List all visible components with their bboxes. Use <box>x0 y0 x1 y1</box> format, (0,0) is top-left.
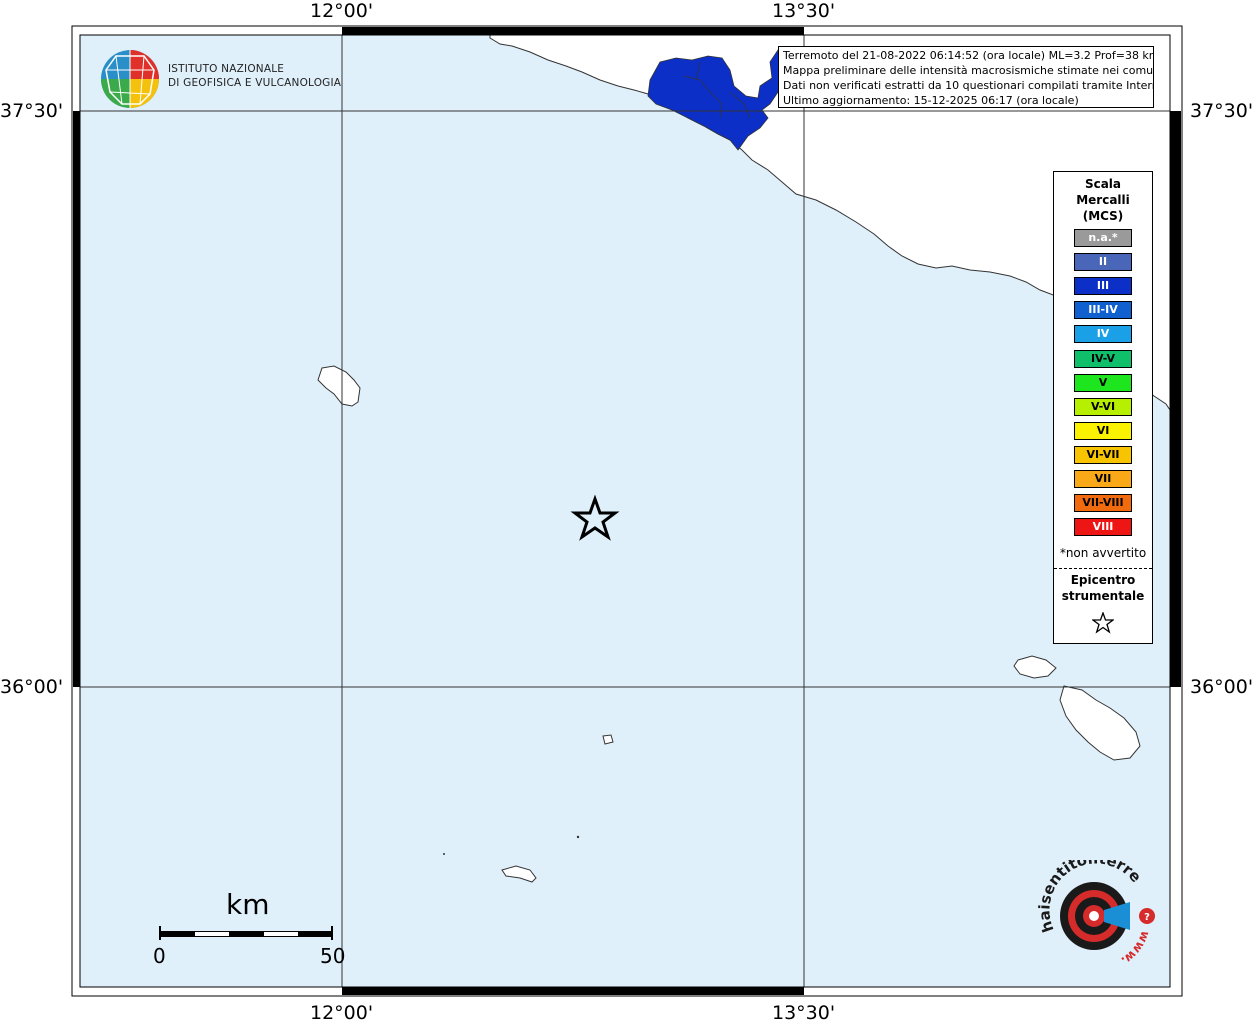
island-lampione <box>576 835 580 839</box>
legend-item-5: IV <box>1074 325 1132 344</box>
lon-label-bottom-left: 12°00' <box>310 1002 374 1024</box>
lon-label-top-right: 13°30' <box>772 0 836 22</box>
legend-item-6: IV-V <box>1074 349 1132 368</box>
event-info-line3: Dati non verificati estratti da 10 quest… <box>783 79 1154 92</box>
lon-label-top-left: 12°00' <box>310 0 374 22</box>
legend-item-3: III <box>1074 277 1132 296</box>
legend-divider <box>1054 568 1152 569</box>
haisentito-logo[interactable]: ? haisentitoilterremoto.it www. <box>1022 846 1160 980</box>
legend-item-11: VII <box>1074 470 1132 488</box>
legend-item-7: V <box>1074 373 1132 392</box>
scale-bar-min: 0 <box>153 944 166 968</box>
legend-epicentre-1: Epicentro <box>1070 573 1136 587</box>
ingv-globe-icon <box>101 50 159 108</box>
legend-item-10: VI-VII <box>1074 445 1132 464</box>
event-info-box: Terremoto del 21-08-2022 06:14:52 (ora l… <box>778 46 1154 108</box>
scale-bar-unit: km <box>226 888 270 921</box>
lat-label-right-bottom: 36°00' <box>1190 676 1254 698</box>
scale-bar-max: 50 <box>320 944 346 968</box>
watermark-url: www. <box>1119 929 1153 968</box>
islet <box>443 853 445 855</box>
legend-note: *non avvertito <box>1059 546 1147 560</box>
legend-title-3: (MCS) <box>1082 209 1124 223</box>
legend-star-icon <box>1092 612 1114 634</box>
haisentito-logo-graphic: ? haisentitoilterremoto.it www. <box>1022 846 1155 968</box>
legend-item-8: V-VI <box>1074 397 1132 416</box>
legend-item-1: n.a.* <box>1074 229 1132 247</box>
lat-label-left-top: 37°30' <box>0 100 64 122</box>
legend-item-9: VI <box>1074 421 1132 440</box>
ingv-logo: ISTITUTO NAZIONALE DI GEOFISICA E VULCAN… <box>100 48 341 110</box>
legend-item-2: II <box>1074 253 1132 272</box>
event-info-line2: Mappa preliminare delle intensità macros… <box>783 64 1154 77</box>
island-linosa <box>602 734 614 745</box>
lat-label-left-bottom: 36°00' <box>0 676 64 698</box>
ingv-name-line1: ISTITUTO NAZIONALE <box>168 63 285 75</box>
legend-item-12: VII-VIII <box>1074 494 1132 513</box>
legend-epicentre-2: strumentale <box>1061 589 1145 603</box>
legend-title-2: Mercalli <box>1076 193 1130 207</box>
svg-text:?: ? <box>1144 912 1150 923</box>
legend-item-4: III-IV <box>1074 301 1132 320</box>
legend-title-1: Scala <box>1084 177 1122 191</box>
lat-label-right-top: 37°30' <box>1190 100 1254 122</box>
lon-label-bottom-right: 13°30' <box>772 1002 836 1024</box>
legend-item-13: VIII <box>1074 518 1132 537</box>
ingv-name-line2: DI GEOFISICA E VULCANOLOGIA <box>168 77 342 89</box>
mcs-legend: Scala Mercalli (MCS) n.a.* II III III-IV IV I… <box>1053 171 1153 644</box>
event-info-line4: Ultimo aggiornamento: 15-12-2025 06:17 (… <box>783 94 1079 107</box>
event-info-line1: Terremoto del 21-08-2022 06:14:52 (ora l… <box>783 49 1154 62</box>
